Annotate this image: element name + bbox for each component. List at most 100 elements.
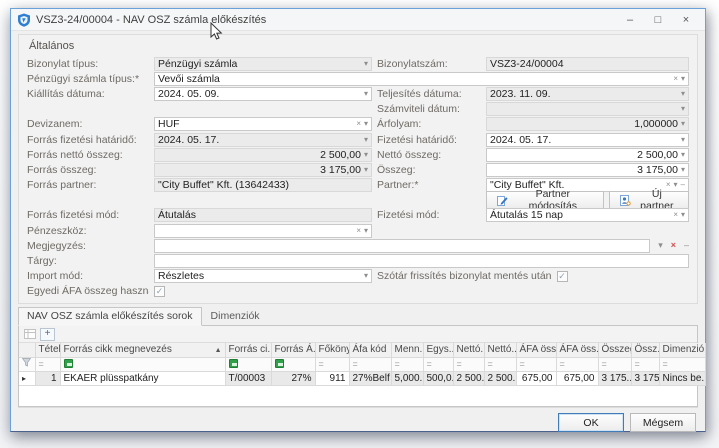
col-afa-osszeg-2[interactable]: ÁFA öss... — [556, 343, 598, 357]
tab-dimenziok[interactable]: Dimenziók — [202, 307, 269, 326]
col-forras-cikk[interactable]: Forrás ci... — [225, 343, 271, 357]
chevron-down-icon[interactable]: ▾ — [681, 211, 685, 219]
chevron-down-icon[interactable]: ▾ — [364, 120, 368, 128]
grid-toolbar: + — [19, 326, 697, 343]
clear-icon[interactable]: × — [673, 75, 678, 83]
contains-filter-icon — [64, 359, 73, 368]
forras-netto-osszeg-label: Forrás nettó összeg: — [27, 149, 149, 161]
targy-field[interactable] — [154, 254, 689, 268]
bizonylatszam-field[interactable]: VSZ3-24/00004 — [486, 57, 689, 71]
egyedi-afa-checkbox[interactable]: ✓ — [154, 286, 165, 297]
chevron-down-icon[interactable]: ▾ — [364, 272, 368, 280]
close-button[interactable]: × — [679, 14, 693, 26]
add-row-button[interactable]: + — [40, 328, 55, 341]
spinner-icon[interactable]: ▾ — [364, 151, 368, 159]
kiallitas-datuma-field[interactable]: 2024. 05. 09. ▾ — [154, 87, 372, 101]
grid-filter-row: = = = = = = = = = = = = — [19, 357, 705, 371]
teljesites-datuma-label: Teljesítés dátuma: — [377, 88, 481, 100]
kiallitas-datuma-label: Kiállítás dátuma: — [27, 88, 149, 100]
clear-icon[interactable]: × — [356, 227, 361, 235]
equals-filter-icon: = — [635, 359, 640, 369]
ellipsis-icon[interactable]: – — [684, 241, 689, 250]
spinner-icon[interactable]: ▾ — [364, 166, 368, 174]
penzeszkoz-field[interactable]: × ▾ — [154, 224, 372, 238]
col-netto-2[interactable]: Nettó... — [484, 343, 516, 357]
fizetesi-mod-label: Fizetési mód: — [377, 209, 481, 221]
partner-label: Partner:* — [377, 179, 481, 191]
penzugyi-szamla-tipus-field[interactable]: Vevői számla × ▾ — [154, 72, 689, 86]
col-fokonyvi[interactable]: Főkönyvi... — [315, 343, 349, 357]
general-groupbox: Általános Bizonylat típus: Pénzügyi szám… — [18, 34, 698, 304]
col-mennyiseg[interactable]: Menn... — [391, 343, 423, 357]
chevron-down-icon[interactable]: ▾ — [681, 136, 685, 144]
ellipsis-icon[interactable]: – — [681, 181, 685, 189]
spinner-icon[interactable]: ▾ — [681, 166, 685, 174]
chevron-down-icon[interactable]: ▾ — [364, 60, 368, 68]
osszeg-field[interactable]: 3 175,00 ▾ — [486, 163, 689, 177]
import-mod-field[interactable]: Részletes ▾ — [154, 269, 372, 283]
cancel-button[interactable]: Mégsem — [630, 413, 696, 432]
egyedi-afa-row: ✓ — [154, 286, 372, 297]
forras-osszeg-field[interactable]: 3 175,00 ▾ — [154, 163, 372, 177]
equals-filter-icon: = — [663, 359, 668, 369]
clear-icon[interactable]: × — [673, 211, 678, 219]
clear-icon[interactable]: × — [356, 120, 361, 128]
delete-icon[interactable]: × — [671, 241, 676, 250]
filter-funnel-cell[interactable] — [19, 357, 35, 371]
spinner-icon[interactable]: ▾ — [681, 151, 685, 159]
egyedi-afa-label: Egyedi ÁFA összeg használata — [27, 285, 149, 297]
forras-netto-osszeg-field[interactable]: 2 500,00 ▾ — [154, 148, 372, 162]
bizonylat-tipus-field[interactable]: Pénzügyi számla ▾ — [154, 57, 372, 71]
chevron-down-icon[interactable]: ▾ — [681, 90, 685, 98]
col-osszeg-1[interactable]: Összeg — [598, 343, 631, 357]
chevron-down-icon[interactable]: ▾ — [681, 105, 685, 113]
szotar-frissites-checkbox[interactable]: ✓ — [557, 271, 568, 282]
equals-filter-icon: = — [457, 359, 462, 369]
col-egysegar[interactable]: Egys... — [423, 343, 453, 357]
column-chooser-icon[interactable] — [22, 328, 37, 341]
netto-osszeg-field[interactable]: 2 500,00 ▾ — [486, 148, 689, 162]
fizetesi-mod-field[interactable]: Átutalás 15 nap × ▾ — [486, 208, 689, 222]
chevron-down-icon[interactable]: ▾ — [364, 136, 368, 144]
titlebar[interactable]: VSZ3-24/00004 - NAV OSZ számla előkészít… — [11, 9, 705, 31]
forras-partner-field[interactable]: "City Buffet" Kft. (13642433) — [154, 178, 372, 192]
szamviteli-datum-field[interactable]: ▾ — [486, 102, 689, 116]
col-osszeg-2[interactable]: Össz... — [631, 343, 659, 357]
spinner-icon[interactable]: ▾ — [681, 120, 685, 128]
add-person-icon — [620, 195, 631, 206]
col-netto-1[interactable]: Nettó... — [453, 343, 484, 357]
dialog-window: VSZ3-24/00004 - NAV OSZ számla előkészít… — [10, 8, 706, 432]
ok-button[interactable]: OK — [558, 413, 624, 432]
chevron-down-icon[interactable]: ▾ — [658, 241, 663, 250]
minimize-button[interactable]: – — [623, 14, 637, 26]
chevron-down-icon[interactable]: ▾ — [364, 90, 368, 98]
arfolyam-field[interactable]: 1,000000 ▾ — [486, 117, 689, 131]
penzugyi-szamla-tipus-label: Pénzügyi számla típus:* — [27, 73, 149, 85]
equals-filter-icon: = — [560, 359, 565, 369]
col-tetel[interactable]: Tétel... — [35, 343, 60, 357]
grid-data-row[interactable]: ▸ 1 EKAER plüsspatkány T/00003 27% 911 2… — [19, 371, 705, 385]
col-afa-kod[interactable]: Áfa kód — [349, 343, 391, 357]
maximize-button[interactable]: □ — [651, 14, 665, 26]
devizanem-field[interactable]: HUF × ▾ — [154, 117, 372, 131]
dialog-content: Általános Bizonylat típus: Pénzügyi szám… — [11, 31, 705, 432]
col-dimenzio[interactable]: Dimenzió — [659, 343, 705, 357]
col-afa-osszeg-1[interactable]: ÁFA öss... — [516, 343, 556, 357]
partner-modositas-button[interactable]: Partner módosítás — [486, 191, 604, 210]
col-forras-afa[interactable]: Forrás Á... — [271, 343, 315, 357]
szamviteli-datum-label: Számviteli dátum: — [377, 103, 481, 115]
bizonylatszam-label: Bizonylatszám: — [377, 58, 481, 70]
chevron-down-icon[interactable]: ▾ — [364, 227, 368, 235]
forras-fizetesi-mod-field[interactable]: Átutalás — [154, 208, 372, 222]
megjegyzes-field[interactable] — [154, 239, 650, 253]
lines-grid-panel: + Tétel... Forrás cikk megnevezés▲ Forrá… — [18, 325, 698, 407]
uj-partner-button[interactable]: Új partner — [609, 191, 689, 210]
forras-fizetesi-hatarido-field[interactable]: 2024. 05. 17. ▾ — [154, 133, 372, 147]
chevron-down-icon[interactable]: ▾ — [681, 75, 685, 83]
general-caption: Általános — [27, 38, 689, 56]
fizetesi-hatarido-field[interactable]: 2024. 05. 17. ▾ — [486, 133, 689, 147]
tab-nav-osz-sorok[interactable]: NAV OSZ számla előkészítés sorok — [18, 307, 202, 326]
col-forras-cikk-megnevezes[interactable]: Forrás cikk megnevezés▲ — [60, 343, 225, 357]
teljesites-datuma-field[interactable]: 2023. 11. 09. ▾ — [486, 87, 689, 101]
equals-filter-icon: = — [488, 359, 493, 369]
